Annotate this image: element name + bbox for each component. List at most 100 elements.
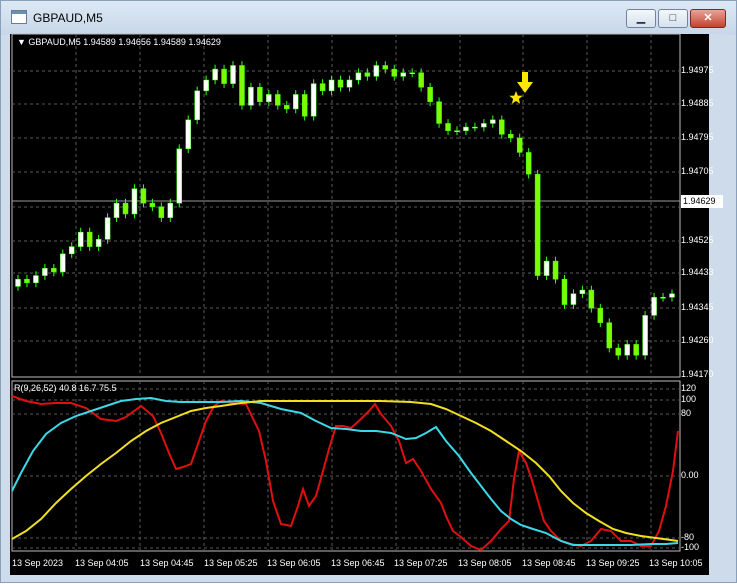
- candle-body: [481, 123, 487, 128]
- candle-body: [409, 72, 415, 74]
- candle-body: [33, 275, 39, 284]
- candle-body: [669, 293, 675, 298]
- candle-body: [176, 148, 183, 204]
- candle-body: [95, 239, 102, 247]
- indicator-pane-border: [11, 380, 681, 552]
- candle-body: [490, 119, 496, 124]
- time-label: 13 Sep 08:45: [522, 558, 576, 568]
- candle-body: [15, 278, 21, 287]
- price-label: 1.94705: [681, 166, 714, 176]
- candle-body: [104, 217, 111, 240]
- candle-body: [122, 202, 129, 215]
- candle-body: [113, 202, 120, 218]
- candle-body: [525, 152, 532, 175]
- indicator-level-label: -80: [681, 532, 695, 542]
- candle-body: [463, 126, 469, 131]
- candle-body: [319, 83, 326, 92]
- time-label: 13 Sep 06:05: [267, 558, 321, 568]
- candle-body: [660, 297, 666, 299]
- candle-body: [24, 278, 30, 284]
- price-pane-border: [11, 33, 681, 378]
- price-label: 1.94260: [681, 335, 714, 345]
- header-ohlc: 1.94589 1.94656 1.94589 1.94629: [83, 37, 221, 47]
- candle-body: [597, 307, 604, 323]
- candle-body: [203, 79, 209, 92]
- time-label: 13 Sep 05:25: [204, 558, 258, 568]
- candle-body: [588, 289, 595, 309]
- candle-body: [221, 68, 227, 84]
- candle-body: [51, 268, 57, 273]
- candle-body: [266, 94, 272, 102]
- candle-body: [472, 126, 478, 129]
- arrow-down-icon: [517, 72, 533, 93]
- price-label: 1.94975: [681, 65, 714, 75]
- candle-body: [570, 293, 577, 305]
- candle-body: [140, 188, 147, 204]
- candle-body: [651, 297, 657, 316]
- candle-body: [561, 278, 568, 305]
- candle-body: [248, 86, 254, 106]
- candle-body: [230, 65, 236, 84]
- candle-body: [507, 134, 514, 139]
- indicator-level-label: 80: [681, 408, 692, 418]
- candle-body: [364, 72, 371, 77]
- candle-body: [382, 65, 389, 70]
- candle-body: [69, 246, 75, 255]
- candle-body: [328, 79, 335, 92]
- candle-body: [60, 253, 66, 273]
- price-label: 1.94525: [681, 235, 714, 245]
- candle-body: [543, 260, 550, 276]
- candle-body: [499, 119, 505, 135]
- indicator-yellow-line: [11, 400, 679, 542]
- candle-body: [275, 94, 281, 106]
- candle-body: [310, 83, 317, 117]
- indicator-level-label: 0.00: [681, 470, 699, 480]
- candle-body: [185, 119, 191, 150]
- candle-body: [292, 94, 299, 110]
- time-label: 13 Sep 07:25: [394, 558, 448, 568]
- candle-body: [301, 94, 308, 117]
- candle-body: [400, 72, 406, 77]
- price-label: 1.94795: [681, 132, 714, 142]
- price-label: 1.94345: [681, 302, 714, 312]
- current-price-label: 1.94629: [681, 195, 723, 208]
- candle-body: [158, 206, 165, 218]
- time-label: 13 Sep 04:05: [75, 558, 129, 568]
- indicator-level-label: -100: [681, 542, 700, 552]
- candle-body: [633, 344, 639, 356]
- candle-body: [436, 101, 442, 124]
- star-icon: [509, 91, 523, 104]
- candle-body: [642, 315, 648, 356]
- candle-body: [346, 79, 353, 88]
- chart-menu-triangle-icon[interactable]: ▼: [17, 37, 28, 47]
- candle-body: [516, 137, 523, 153]
- candle-body: [337, 79, 344, 88]
- candle-body: [445, 123, 451, 131]
- time-label: 13 Sep 08:05: [458, 558, 512, 568]
- price-label: 1.94885: [681, 98, 714, 108]
- candle-body: [427, 86, 433, 102]
- candle-body: [552, 260, 559, 280]
- indicator-red-line: [11, 395, 679, 552]
- price-label: 1.94170: [681, 369, 714, 379]
- candle-body: [257, 86, 263, 102]
- candle-body: [418, 72, 424, 88]
- candle-body: [42, 268, 48, 276]
- candle-body: [391, 68, 398, 77]
- chart-header: ▼ GBPAUD,M5 1.94589 1.94656 1.94589 1.94…: [17, 37, 221, 47]
- time-label: 13 Sep 09:25: [586, 558, 640, 568]
- time-label: 13 Sep 10:05: [649, 558, 703, 568]
- indicator-level-label: 120: [681, 383, 697, 393]
- candle-body: [615, 347, 621, 356]
- candle-body: [86, 231, 93, 247]
- candle-body: [167, 202, 174, 218]
- indicator-level-label: 100: [681, 394, 697, 404]
- candle-body: [212, 68, 218, 81]
- price-chart-svg[interactable]: [1, 1, 737, 584]
- time-label: 13 Sep 2023: [12, 558, 64, 568]
- chart-window: GBPAUD,M5 ▁ □ ✕ ▼ GBPAUD,M5 1.94589 1.94…: [0, 0, 737, 583]
- candle-body: [77, 231, 84, 247]
- candle-body: [454, 130, 460, 132]
- candle-body: [194, 90, 200, 121]
- price-label: 1.94433: [681, 267, 714, 277]
